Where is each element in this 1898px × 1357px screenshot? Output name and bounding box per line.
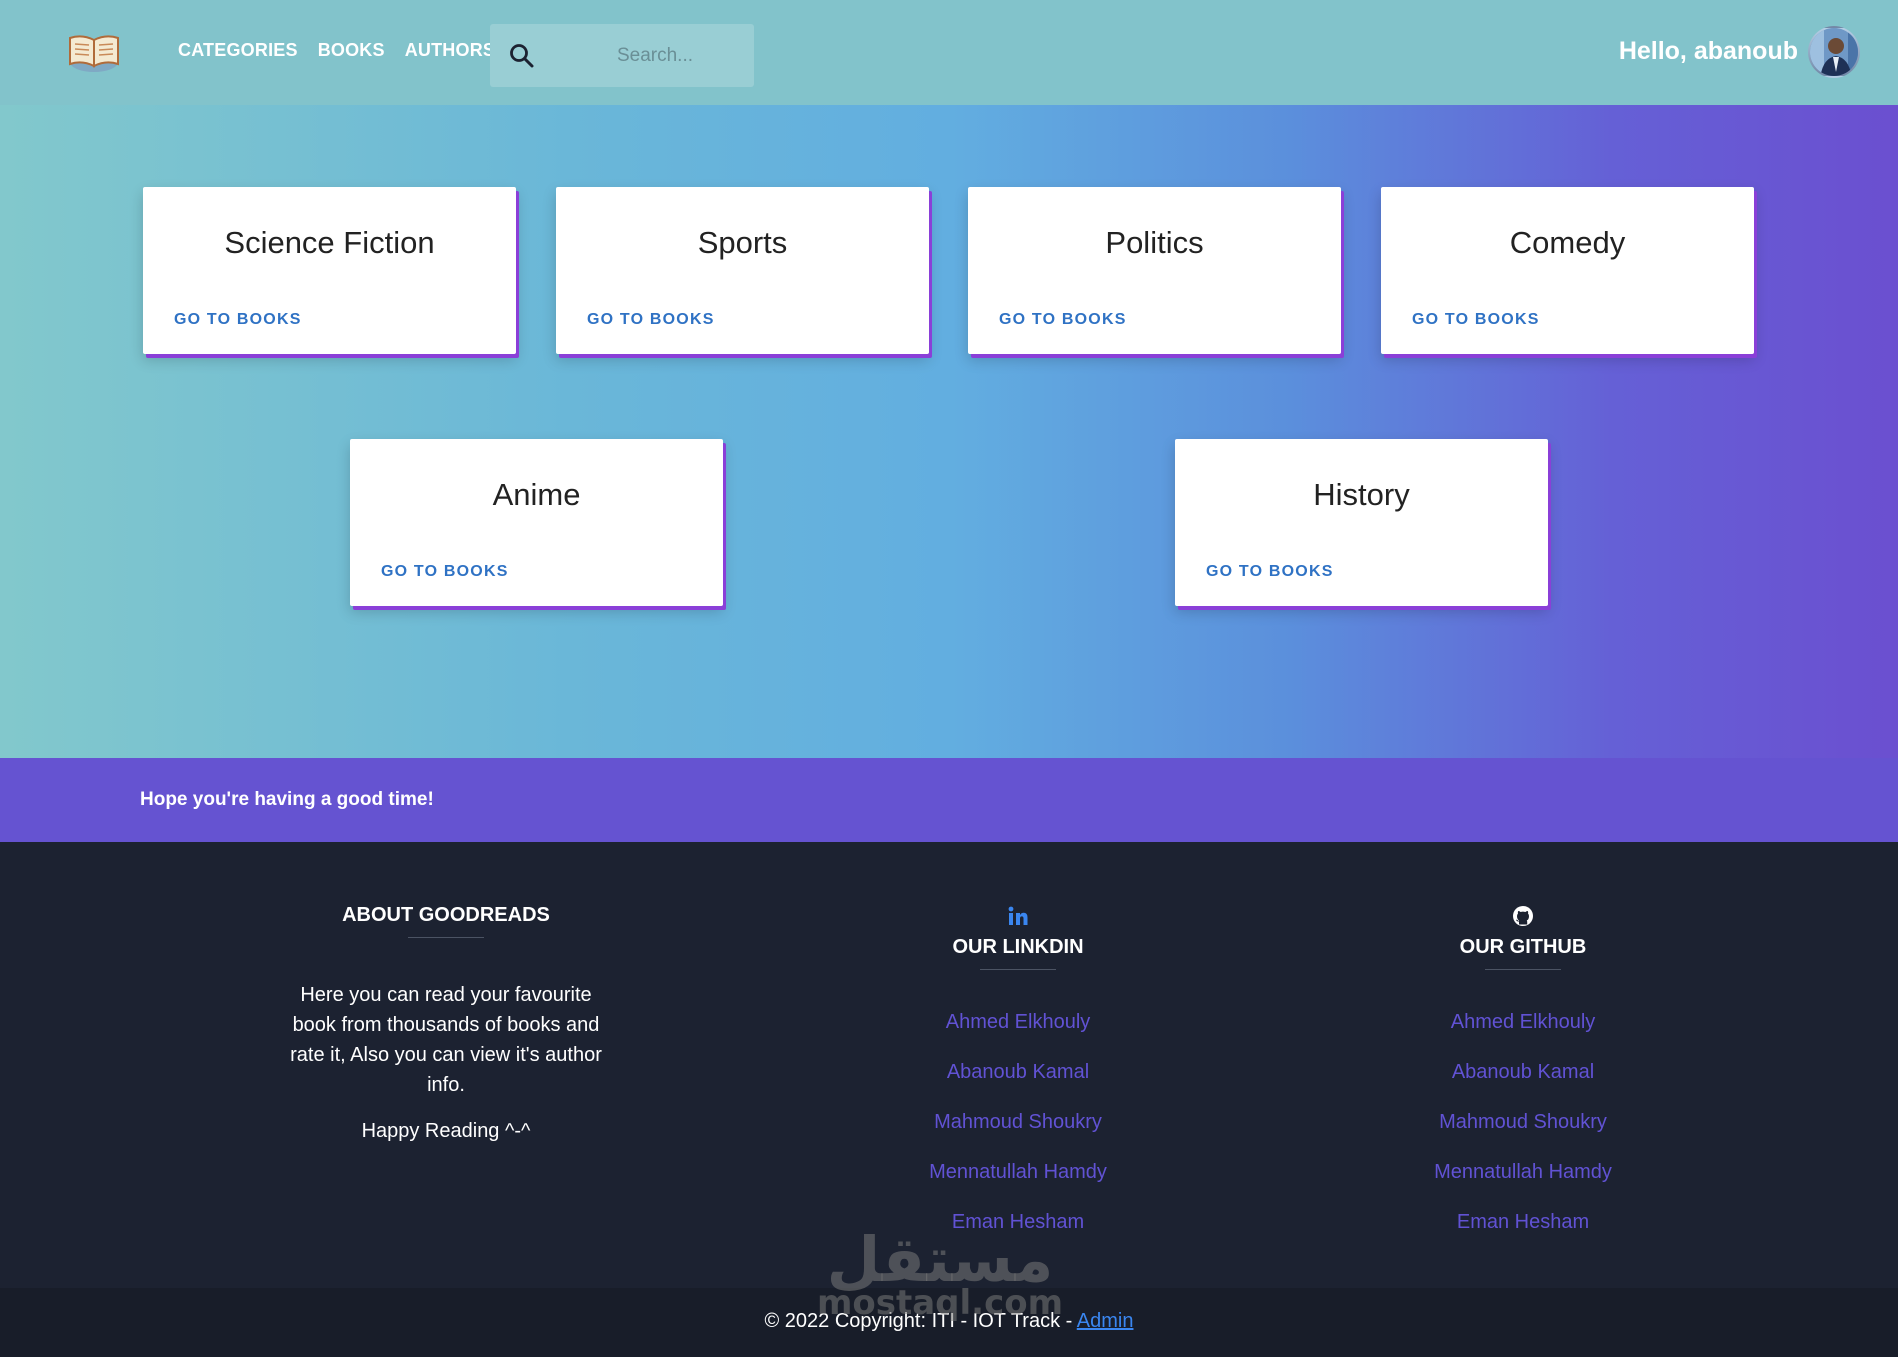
categories-section: Science Fiction GO TO BOOKS Sports GO TO… <box>0 105 1898 758</box>
divider <box>408 937 484 938</box>
go-to-books-link[interactable]: GO TO BOOKS <box>1206 563 1334 581</box>
linkedin-link-ahmed-elkhouly[interactable]: Ahmed Elkhouly <box>808 1010 1228 1060</box>
github-link-mennatullah-hamdy[interactable]: Mennatullah Hamdy <box>1313 1160 1733 1210</box>
category-card-anime[interactable]: Anime GO TO BOOKS <box>350 439 723 606</box>
footer: ABOUT GOODREADS Here you can read your f… <box>0 842 1898 1288</box>
category-title: Anime <box>492 477 581 512</box>
linkedin-link-mennatullah-hamdy[interactable]: Mennatullah Hamdy <box>808 1160 1228 1210</box>
nav-link-categories[interactable]: CATEGORIES <box>178 40 298 61</box>
footer-github-column: OUR GITHUB Ahmed Elkhouly Abanoub Kamal … <box>1313 902 1733 1260</box>
divider <box>1485 969 1561 970</box>
top-navbar: CATEGORIES BOOKS AUTHORS Hello, abanoub <box>0 0 1898 105</box>
search-box <box>490 24 754 87</box>
category-card-politics[interactable]: Politics GO TO BOOKS <box>968 187 1341 354</box>
linkedin-icon <box>808 902 1228 930</box>
github-link-mahmoud-shoukry[interactable]: Mahmoud Shoukry <box>1313 1110 1733 1160</box>
linkedin-heading: OUR LINKDIN <box>952 936 1084 958</box>
nav-links: CATEGORIES BOOKS AUTHORS <box>178 40 495 61</box>
github-heading: OUR GITHUB <box>1459 936 1587 958</box>
category-card-sports[interactable]: Sports GO TO BOOKS <box>556 187 929 354</box>
divider <box>980 969 1056 970</box>
about-happy-text: Happy Reading ^-^ <box>361 1120 531 1142</box>
category-card-history[interactable]: History GO TO BOOKS <box>1175 439 1548 606</box>
open-book-icon[interactable] <box>66 30 122 74</box>
nav-link-books[interactable]: BOOKS <box>318 40 385 61</box>
search-input[interactable] <box>570 24 740 87</box>
github-links: Ahmed Elkhouly Abanoub Kamal Mahmoud Sho… <box>1313 1010 1733 1260</box>
go-to-books-link[interactable]: GO TO BOOKS <box>1412 311 1540 329</box>
category-title: Comedy <box>1509 225 1626 260</box>
linkedin-links: Ahmed Elkhouly Abanoub Kamal Mahmoud Sho… <box>808 1010 1228 1260</box>
linkedin-link-abanoub-kamal[interactable]: Abanoub Kamal <box>808 1060 1228 1110</box>
linkedin-link-eman-hesham[interactable]: Eman Hesham <box>808 1210 1228 1260</box>
footer-linkedin-column: OUR LINKDIN Ahmed Elkhouly Abanoub Kamal… <box>808 902 1228 1260</box>
github-link-ahmed-elkhouly[interactable]: Ahmed Elkhouly <box>1313 1010 1733 1060</box>
category-card-science-fiction[interactable]: Science Fiction GO TO BOOKS <box>143 187 516 354</box>
copyright-bar: © 2022 Copyright: ITI - IOT Track - Admi… <box>0 1288 1898 1357</box>
copyright-text: © 2022 Copyright: ITI - IOT Track - <box>764 1310 1077 1332</box>
user-greeting: Hello, abanoub <box>1618 37 1798 65</box>
banner-text: Hope you're having a good time! <box>140 789 434 810</box>
github-link-eman-hesham[interactable]: Eman Hesham <box>1313 1210 1733 1260</box>
category-title: History <box>1313 477 1410 512</box>
search-icon[interactable] <box>508 42 536 70</box>
greeting-banner: Hope you're having a good time! <box>0 758 1898 842</box>
footer-about-column: ABOUT GOODREADS Here you can read your f… <box>236 904 656 1143</box>
go-to-books-link[interactable]: GO TO BOOKS <box>999 311 1127 329</box>
github-link-abanoub-kamal[interactable]: Abanoub Kamal <box>1313 1060 1733 1110</box>
go-to-books-link[interactable]: GO TO BOOKS <box>587 311 715 329</box>
category-title: Sports <box>697 225 788 260</box>
category-title: Science Fiction <box>224 225 435 260</box>
user-avatar[interactable] <box>1808 26 1860 78</box>
go-to-books-link[interactable]: GO TO BOOKS <box>174 311 302 329</box>
category-title: Politics <box>1105 225 1204 260</box>
linkedin-link-mahmoud-shoukry[interactable]: Mahmoud Shoukry <box>808 1110 1228 1160</box>
nav-link-authors[interactable]: AUTHORS <box>405 40 495 61</box>
go-to-books-link[interactable]: GO TO BOOKS <box>381 563 509 581</box>
about-text: Here you can read your favourite book fr… <box>290 984 602 1096</box>
github-icon <box>1313 902 1733 930</box>
category-card-comedy[interactable]: Comedy GO TO BOOKS <box>1381 187 1754 354</box>
about-heading: ABOUT GOODREADS <box>342 904 550 926</box>
admin-link[interactable]: Admin <box>1077 1310 1134 1332</box>
